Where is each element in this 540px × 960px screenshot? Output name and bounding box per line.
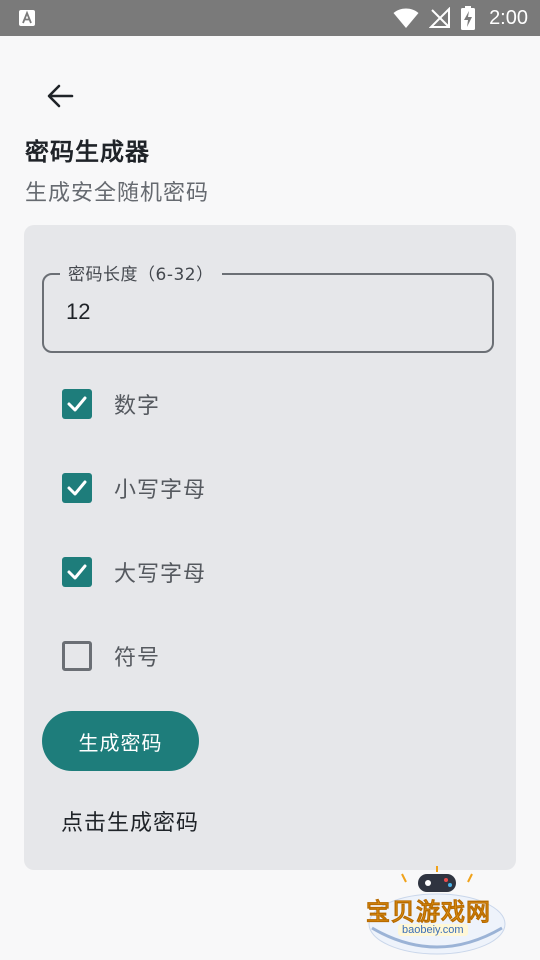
battery-charging-icon (461, 6, 476, 30)
wifi-icon (393, 8, 419, 28)
digits-checkbox[interactable] (62, 389, 92, 419)
uppercase-label: 大写字母 (114, 562, 207, 587)
password-length-label: 密码长度（6-32） (60, 260, 222, 285)
arrow-left-icon (47, 84, 74, 108)
app-screen: 2:00 密码生成器 生成安全随机密码 密码长度（6-32） 数字 (0, 0, 540, 960)
digits-label: 数字 (114, 394, 161, 419)
option-lowercase[interactable]: 小写字母 (62, 468, 206, 508)
watermark: 宝贝游戏网 baobeiy.com (362, 866, 512, 958)
password-result-text: 点击生成密码 (61, 811, 200, 836)
password-length-input[interactable] (66, 299, 466, 325)
page-title: 密码生成器 (25, 138, 150, 166)
option-digits[interactable]: 数字 (62, 384, 160, 424)
uppercase-checkbox[interactable] (62, 557, 92, 587)
checkmark-icon (67, 564, 87, 580)
status-time: 2:00 (489, 6, 528, 29)
symbols-label: 符号 (114, 646, 161, 671)
lowercase-label: 小写字母 (114, 478, 207, 503)
lowercase-checkbox[interactable] (62, 473, 92, 503)
checkmark-icon (67, 396, 87, 412)
app-a-icon (19, 10, 35, 26)
generate-password-button[interactable]: 生成密码 (42, 711, 199, 771)
checkmark-icon (67, 480, 87, 496)
option-uppercase[interactable]: 大写字母 (62, 552, 206, 592)
watermark-url: baobeiy.com (398, 924, 468, 936)
symbols-checkbox[interactable] (62, 641, 92, 671)
status-icons: 2:00 (393, 0, 528, 36)
watermark-text: 宝贝游戏网 (366, 898, 491, 927)
no-signal-icon (429, 7, 451, 28)
generator-card: 密码长度（6-32） 数字 小写字母 (24, 225, 516, 870)
status-bar: 2:00 (0, 0, 540, 36)
password-length-field[interactable]: 密码长度（6-32） (42, 260, 494, 353)
option-symbols[interactable]: 符号 (62, 636, 160, 676)
back-button[interactable] (40, 76, 80, 116)
page-subtitle: 生成安全随机密码 (25, 181, 210, 206)
